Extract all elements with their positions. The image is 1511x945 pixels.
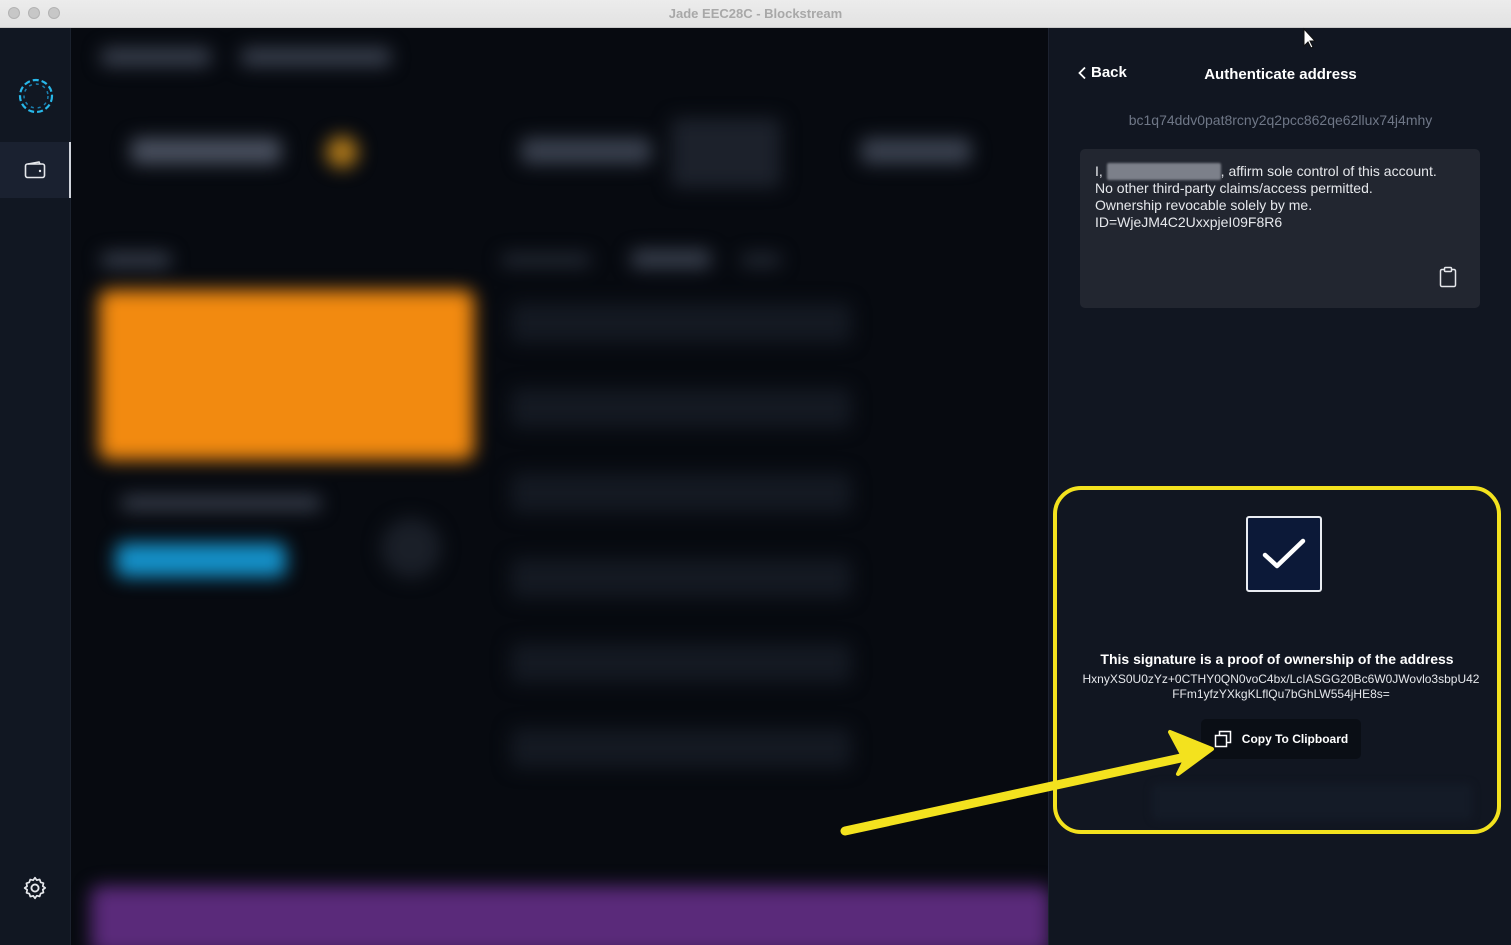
- panel-title: Authenticate address: [1204, 66, 1357, 83]
- address-text: bc1q74ddv0pat8rcny2q2pcc862qe62llux74j4m…: [1128, 112, 1433, 128]
- check-icon: [1262, 538, 1306, 569]
- copy-to-clipboard-label: Copy To Clipboard: [1241, 732, 1349, 746]
- wallet-icon: [24, 161, 45, 179]
- window-title: Jade EEC28C - Blockstream: [668, 6, 843, 21]
- redacted-name: [1106, 163, 1221, 180]
- zoom-window-button[interactable]: [48, 7, 60, 19]
- blurred-content: [71, 28, 1049, 945]
- clipboard-icon[interactable]: [1438, 266, 1458, 288]
- copy-icon: [1214, 730, 1232, 748]
- authenticate-address-panel: Back Authenticate address bc1q74ddv0pat8…: [1048, 28, 1511, 945]
- message-line-4: ID=WjeJM4C2UxxpjeI09F8R6: [1095, 214, 1283, 230]
- message-box: I, , affirm sole control of this account…: [1080, 149, 1480, 308]
- gear-icon[interactable]: [22, 875, 48, 901]
- blurred-wallet-view: [71, 28, 1049, 945]
- sidebar: [0, 28, 71, 945]
- blockstream-logo-icon: [18, 78, 54, 114]
- message-suffix: , affirm sole control of this account.: [1220, 163, 1437, 179]
- message-line-2: No other third-party claims/access permi…: [1095, 180, 1373, 196]
- signature-title: This signature is a proof of ownership o…: [1100, 651, 1454, 667]
- signature-result-highlight: This signature is a proof of ownership o…: [1053, 486, 1501, 834]
- app-body: Back Authenticate address bc1q74ddv0pat8…: [0, 28, 1511, 945]
- window-titlebar: Jade EEC28C - Blockstream: [0, 0, 1511, 28]
- minimize-window-button[interactable]: [28, 7, 40, 19]
- sidebar-item-wallet[interactable]: [0, 142, 71, 198]
- message-prefix: I,: [1095, 163, 1107, 179]
- success-check: [1246, 516, 1322, 592]
- copy-to-clipboard-button[interactable]: Copy To Clipboard: [1201, 719, 1361, 759]
- message-line-1: I, , affirm sole control of this account…: [1095, 163, 1465, 180]
- blurred-footer-button: [1152, 784, 1472, 820]
- signature-value: HxnyXS0U0zYz+0CTHY0QN0voC4bx/LcIASGG20Bc…: [1082, 672, 1480, 701]
- close-window-button[interactable]: [8, 7, 20, 19]
- window-controls: [8, 7, 60, 19]
- message-line-3: Ownership revocable solely by me.: [1095, 197, 1313, 213]
